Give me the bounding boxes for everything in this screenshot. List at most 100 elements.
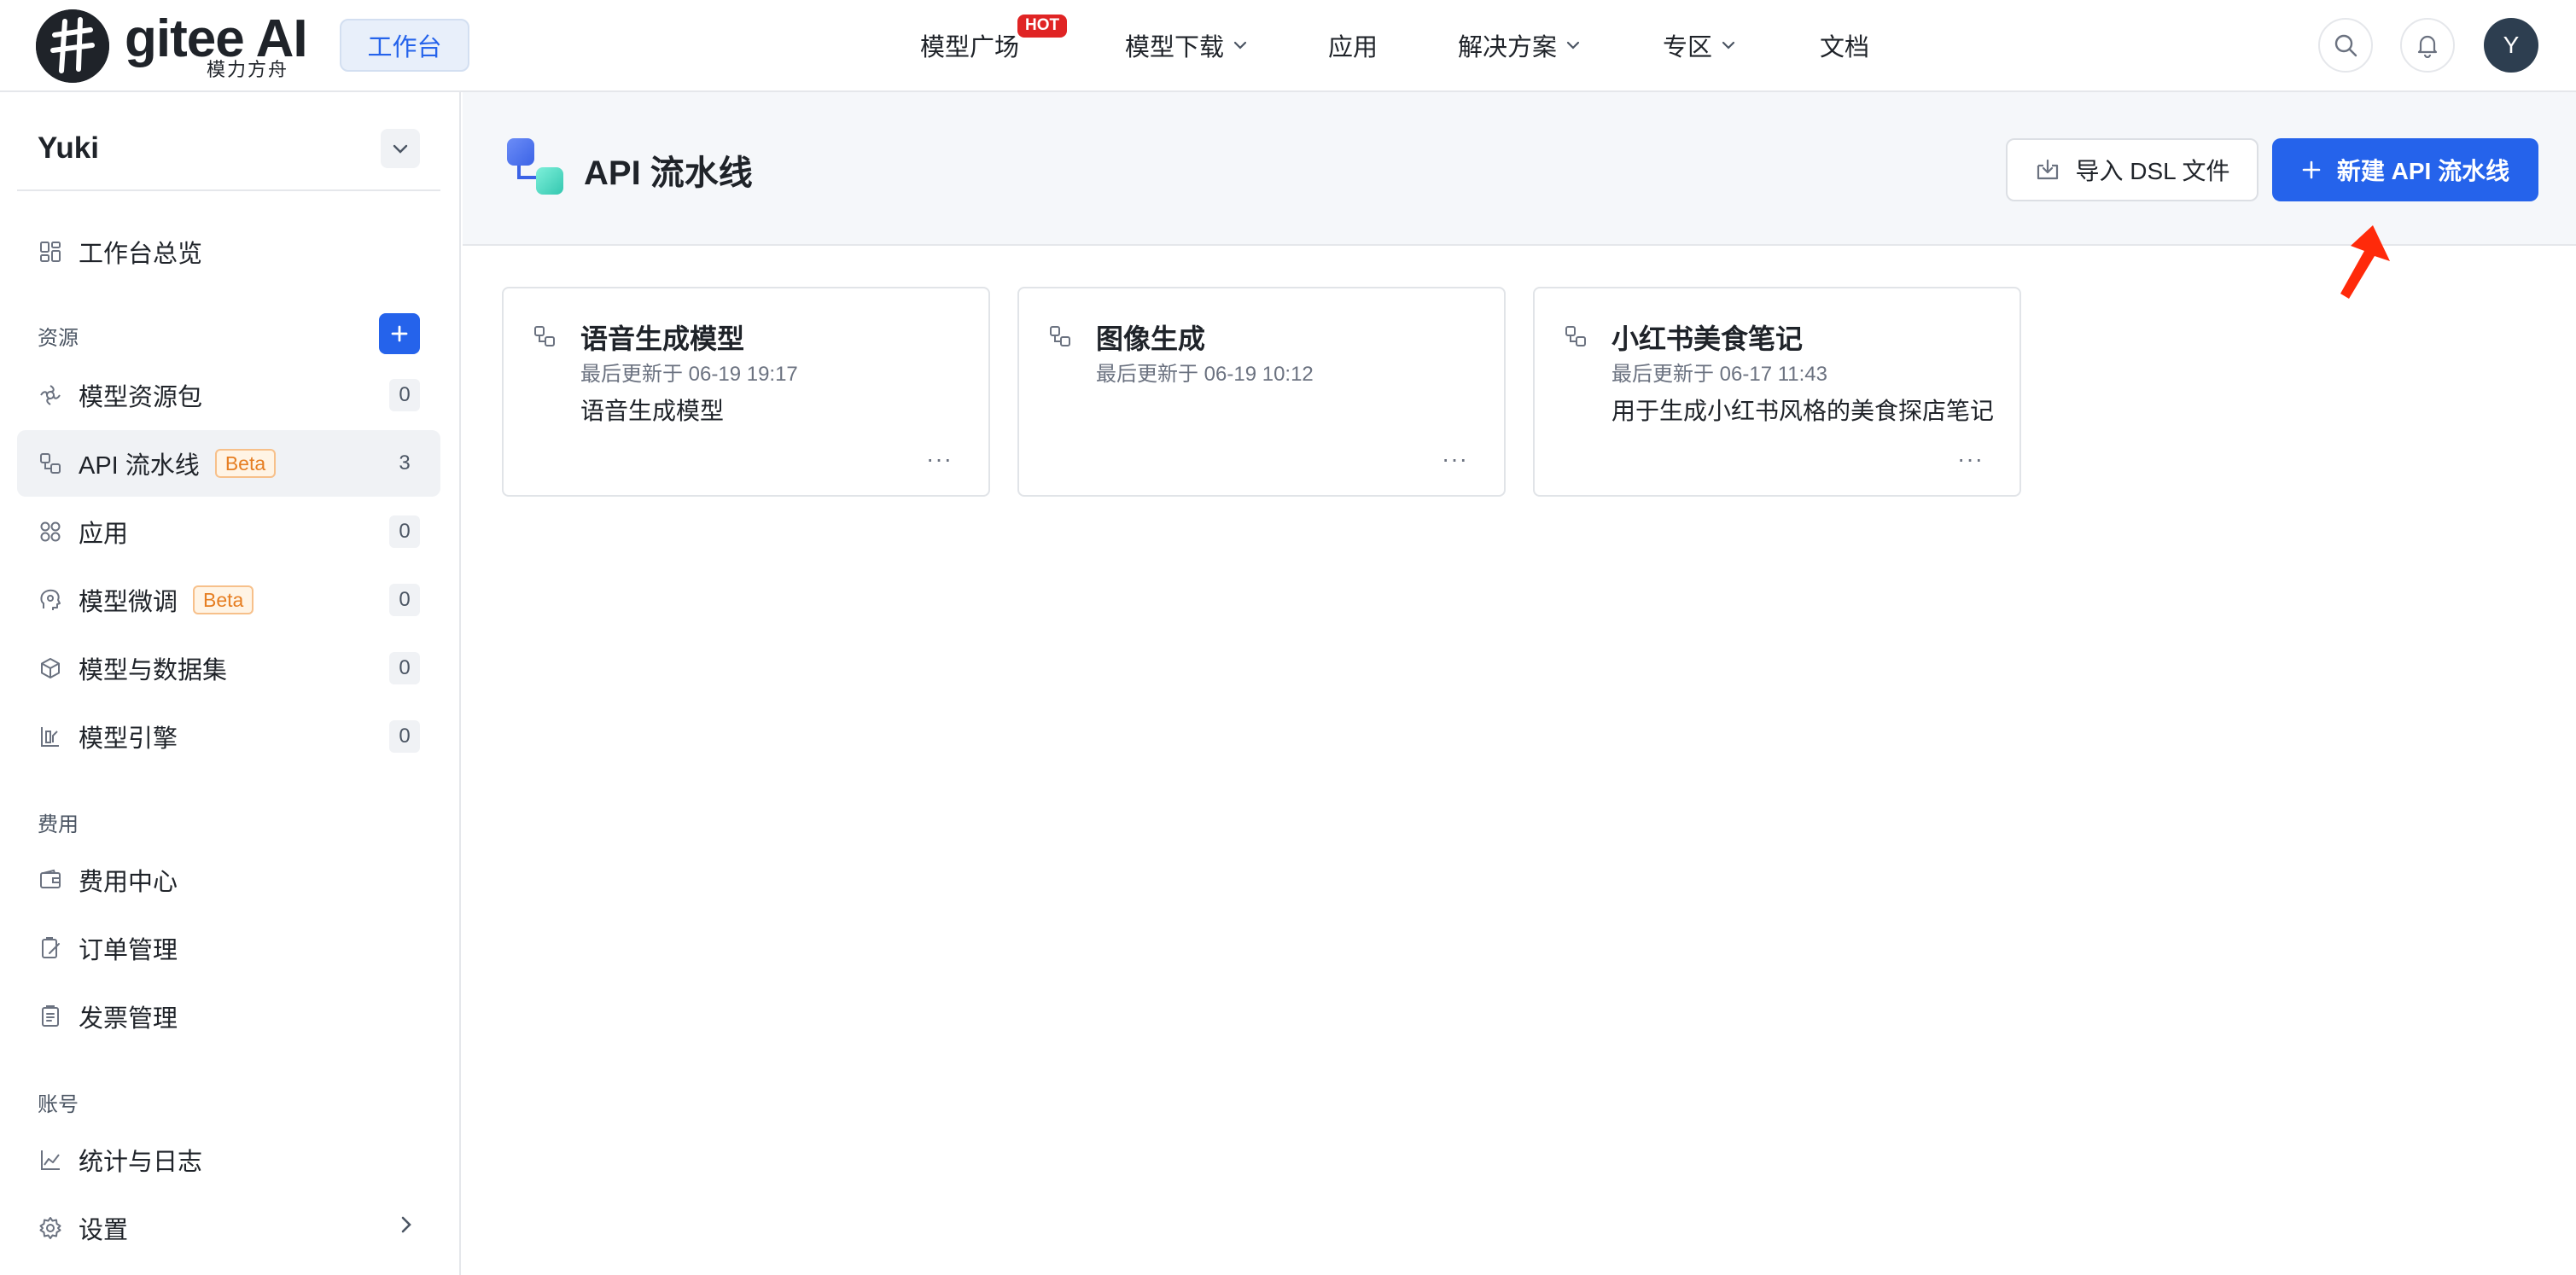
- sidebar-item-models-datasets[interactable]: 模型与数据集 0: [17, 635, 440, 702]
- section-label-account: 账号: [38, 1093, 79, 1116]
- chevron-right-icon: [399, 1214, 413, 1242]
- avatar[interactable]: Y: [2484, 18, 2538, 73]
- brain-icon: [38, 587, 63, 613]
- sidebar-item-label: 模型微调: [79, 589, 178, 616]
- nav-label: 专区: [1663, 34, 1713, 61]
- chevron-down-icon: [393, 144, 408, 154]
- more-options-button[interactable]: ···: [1957, 447, 1984, 471]
- page-header: API 流水线 导入 DSL 文件 新建 API 流水线: [463, 92, 2576, 246]
- sidebar-item-label: API 流水线: [79, 452, 200, 480]
- logo-subtitle: 模力方舟: [207, 59, 289, 80]
- count-badge: 0: [389, 652, 420, 684]
- import-icon: [2037, 159, 2058, 180]
- sidebar-item-resource-package[interactable]: 模型资源包 0: [17, 362, 440, 428]
- sidebar-item-label: 模型与数据集: [79, 657, 228, 684]
- bell-icon: [2417, 35, 2438, 58]
- nav-item-zones[interactable]: 专区: [1663, 0, 1736, 90]
- new-api-pipeline-button[interactable]: 新建 API 流水线: [2272, 138, 2538, 201]
- sidebar: Yuki 工作台总览 资源 模型资源包 0 API 流水线 Beta 3 应用: [0, 92, 461, 1275]
- more-options-button[interactable]: ···: [926, 447, 953, 471]
- count-badge: 0: [389, 379, 420, 411]
- new-api-pipeline-label: 新建 API 流水线: [2336, 158, 2510, 184]
- sidebar-item-label: 订单管理: [79, 937, 178, 964]
- package-icon: [38, 382, 63, 408]
- nav-item-solutions[interactable]: 解决方案: [1458, 0, 1581, 90]
- sidebar-item-order-management[interactable]: 订单管理: [17, 915, 440, 981]
- count-badge: 0: [389, 584, 420, 616]
- user-switcher[interactable]: Yuki: [38, 125, 420, 172]
- wallet-icon: [38, 867, 63, 893]
- nav-item-model-download[interactable]: 模型下载: [1125, 0, 1248, 90]
- chevron-down-icon: [1565, 36, 1581, 55]
- sidebar-item-label: 设置: [79, 1217, 129, 1244]
- workspace-button[interactable]: 工作台: [340, 19, 469, 72]
- pipeline-icon: [1048, 324, 1072, 352]
- card-description: 语音生成模型: [580, 398, 725, 424]
- top-navigation-bar: gitee AI 模力方舟 工作台 模型广场 HOT 模型下载 应用 解决方案 …: [0, 0, 2576, 92]
- pipeline-card[interactable]: 小红书美食笔记 最后更新于 06-17 11:43 用于生成小红书风格的美食探店…: [1533, 287, 2021, 497]
- gitee-ai-logo[interactable]: gitee AI 模力方舟: [36, 9, 308, 84]
- nav-label: 文档: [1820, 34, 1870, 61]
- notifications-button[interactable]: [2400, 18, 2455, 73]
- sidebar-item-overview[interactable]: 工作台总览: [17, 218, 440, 285]
- sidebar-item-label: 发票管理: [79, 1005, 178, 1033]
- hot-badge: HOT: [1017, 15, 1068, 38]
- card-title: 图像生成: [1096, 323, 1206, 354]
- nav-label: 解决方案: [1458, 34, 1558, 61]
- count-badge: 0: [389, 720, 420, 753]
- import-dsl-label: 导入 DSL 文件: [2075, 158, 2230, 184]
- sidebar-item-billing-center[interactable]: 费用中心: [17, 847, 440, 913]
- search-icon: [2334, 34, 2357, 57]
- card-title: 语音生成模型: [580, 323, 745, 354]
- sidebar-item-fine-tuning[interactable]: 模型微调 Beta 0: [17, 567, 440, 633]
- user-name: Yuki: [38, 131, 99, 165]
- add-resource-button[interactable]: [379, 313, 420, 354]
- gear-icon: [38, 1215, 63, 1241]
- card-description: 用于生成小红书风格的美食探店笔记: [1611, 398, 1995, 424]
- card-title: 小红书美食笔记: [1611, 323, 1804, 354]
- sidebar-item-label: 模型资源包: [79, 384, 203, 411]
- section-label-billing: 费用: [38, 813, 79, 836]
- sidebar-item-invoice-management[interactable]: 发票管理: [17, 983, 440, 1050]
- sidebar-item-model-engine[interactable]: 模型引擎 0: [17, 703, 440, 770]
- card-updated-time: 最后更新于 06-19 10:12: [1096, 363, 1314, 386]
- nav-item-apps[interactable]: 应用: [1328, 0, 1378, 90]
- sidebar-item-settings[interactable]: 设置: [17, 1195, 440, 1261]
- pipeline-icon: [533, 324, 557, 352]
- beta-badge: Beta: [193, 585, 254, 615]
- more-options-button[interactable]: ···: [1442, 447, 1468, 471]
- sidebar-item-label: 统计与日志: [79, 1149, 203, 1176]
- nav-label: 模型广场: [920, 34, 1020, 61]
- engine-icon: [38, 724, 63, 749]
- order-icon: [38, 935, 63, 961]
- import-dsl-button[interactable]: 导入 DSL 文件: [2006, 138, 2258, 201]
- nav-label: 模型下载: [1125, 34, 1225, 61]
- dashboard-icon: [38, 239, 63, 265]
- chevron-down-icon: [1721, 36, 1736, 55]
- sidebar-item-label: 模型引擎: [79, 725, 178, 753]
- sidebar-item-label: 应用: [79, 521, 129, 548]
- search-button[interactable]: [2318, 18, 2373, 73]
- sidebar-divider: [17, 189, 440, 191]
- logo-mark-icon: [36, 9, 109, 83]
- sidebar-item-api-pipeline[interactable]: API 流水线 Beta 3: [17, 430, 440, 497]
- sidebar-item-apps[interactable]: 应用 0: [17, 498, 440, 565]
- chart-icon: [38, 1147, 63, 1173]
- page-title: API 流水线: [584, 154, 753, 192]
- plus-icon: [391, 325, 408, 342]
- nav-item-docs[interactable]: 文档: [1820, 0, 1869, 90]
- card-updated-time: 最后更新于 06-17 11:43: [1611, 363, 1827, 386]
- count-badge: 0: [389, 515, 420, 548]
- apps-icon: [38, 519, 63, 544]
- cube-icon: [38, 655, 63, 681]
- chevron-down-icon: [1233, 36, 1248, 55]
- pipeline-card[interactable]: 图像生成 最后更新于 06-19 10:12 ···: [1017, 287, 1506, 497]
- user-dropdown-toggle[interactable]: [381, 129, 420, 168]
- pipeline-icon: [38, 451, 63, 476]
- sidebar-item-stats-logs[interactable]: 统计与日志: [17, 1127, 440, 1193]
- red-pointer-arrow-icon: [2340, 225, 2390, 299]
- logo-name: gitee AI: [125, 9, 308, 68]
- count-badge: 3: [399, 451, 411, 474]
- pipeline-card[interactable]: 语音生成模型 最后更新于 06-19 19:17 语音生成模型 ···: [502, 287, 990, 497]
- nav-item-model-plaza[interactable]: 模型广场: [920, 0, 1019, 90]
